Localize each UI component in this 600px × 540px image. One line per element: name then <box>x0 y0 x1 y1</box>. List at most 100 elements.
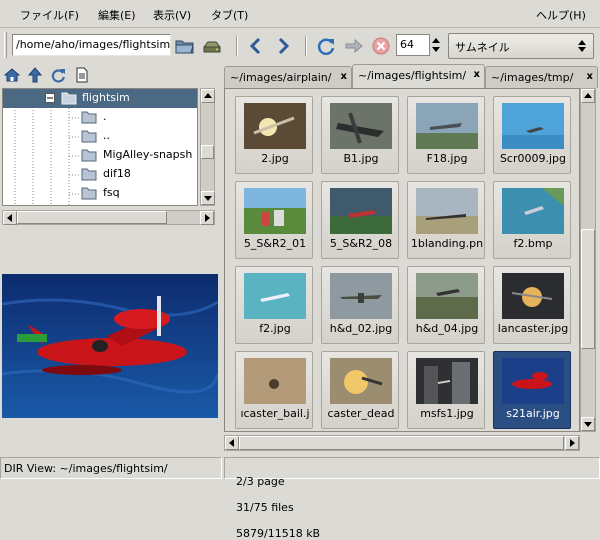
scroll-left-button[interactable] <box>225 436 239 450</box>
folder-icon <box>81 168 97 181</box>
tree-toolbar <box>0 64 222 88</box>
arrow-up-icon <box>204 93 212 98</box>
tree-item[interactable]: dif18 <box>3 165 197 184</box>
toolbar-separator <box>305 36 307 56</box>
thumbnail-caption: 5_S&R2_01 <box>243 237 307 250</box>
thumbnail-caption: f2.bmp <box>513 237 553 250</box>
go-home-button[interactable] <box>201 35 223 57</box>
tab-airplain[interactable]: ~/images/airplain/ x <box>224 66 352 88</box>
tree-item[interactable]: fsq <box>3 184 197 203</box>
view-mode-select[interactable]: サムネイル <box>448 33 594 59</box>
tab-label: ~/images/airplain/ <box>230 71 332 84</box>
tree-vertical-scrollbar[interactable] <box>200 88 215 206</box>
stop-button[interactable] <box>370 35 392 57</box>
menu-view[interactable]: 表示(V) <box>153 7 191 23</box>
thumbnail-image <box>502 358 564 404</box>
thumbnail-caption: s21air.jpg <box>506 407 560 420</box>
arrow-right-icon <box>278 37 290 55</box>
scroll-right-button[interactable] <box>200 211 214 225</box>
thumbnail-caption: ıcaster_bail.j <box>240 407 310 420</box>
tree-item-label: fsq <box>103 186 120 199</box>
menu-bar: ファイル(F) 編集(E) 表示(V) タブ(T) ヘルプ(H) <box>0 0 600 28</box>
thumbnail-caption: msfs1.jpg <box>420 407 474 420</box>
scroll-thumb[interactable] <box>239 436 564 450</box>
scroll-left-button[interactable] <box>3 211 17 225</box>
toolbar: /home/aho/images/flightsim/ 64 サムネイル <box>0 28 600 64</box>
directory-tree[interactable]: flightsim . .. MigAlley-snapsh dif18 fsq <box>2 88 198 206</box>
status-files: 31/75 files <box>236 501 294 514</box>
arrow-left-icon <box>7 214 12 222</box>
thumbnail-caption: 2.jpg <box>261 152 289 165</box>
thumbnail-item[interactable]: B1.jpg <box>321 96 399 174</box>
thumbnail-item[interactable]: 5_S&R2_01 <box>235 181 313 259</box>
thumbnail-caption: F18.jpg <box>426 152 468 165</box>
drive-icon <box>203 41 221 53</box>
tree-item-flightsim[interactable]: flightsim <box>3 89 197 108</box>
thumbnail-item[interactable]: lancaster.jpg <box>493 266 571 344</box>
toolbar-grip[interactable] <box>4 32 7 58</box>
grid-horizontal-scrollbar[interactable] <box>224 435 580 451</box>
scroll-thumb[interactable] <box>581 229 595 349</box>
menu-tab[interactable]: タブ(T) <box>211 7 248 23</box>
thumbnail-item[interactable]: Scr0009.jpg <box>493 96 571 174</box>
thumbnail-item[interactable]: h&d_02.jpg <box>321 266 399 344</box>
thumbnail-image <box>244 188 306 234</box>
go-button[interactable] <box>343 35 365 57</box>
collapse-icon[interactable] <box>45 93 55 103</box>
arrow-forward-icon <box>345 38 363 54</box>
thumbnail-image <box>416 103 478 149</box>
up-arrow-icon[interactable] <box>27 67 43 83</box>
grid-vertical-scrollbar[interactable] <box>580 88 596 432</box>
thumbnail-item[interactable]: 1blanding.pn <box>407 181 485 259</box>
forward-button[interactable] <box>272 35 294 57</box>
scroll-up-button[interactable] <box>581 89 595 103</box>
close-tab-icon[interactable]: x <box>474 69 480 80</box>
scroll-thumb[interactable] <box>201 145 214 159</box>
close-tab-icon[interactable]: x <box>587 71 593 82</box>
thumbnail-grid[interactable]: 2.jpg B1.jpg F18.jpg Scr0009.jpg 5_S&R2_… <box>224 88 580 432</box>
page-number-input[interactable]: 64 <box>396 34 430 56</box>
close-tab-icon[interactable]: x <box>341 71 347 82</box>
document-icon[interactable] <box>74 67 90 83</box>
thumbnail-caption: caster_dead <box>327 407 395 420</box>
tree-item[interactable]: . <box>3 108 197 127</box>
scroll-thumb[interactable] <box>17 211 167 224</box>
arrow-up-icon <box>584 93 592 98</box>
thumbnail-item[interactable]: h&d_04.jpg <box>407 266 485 344</box>
toolbar-separator <box>236 36 238 56</box>
path-input[interactable]: /home/aho/images/flightsim/ <box>12 34 171 56</box>
thumbnail-item[interactable]: 2.jpg <box>235 96 313 174</box>
tree-item[interactable]: .. <box>3 127 197 146</box>
thumbnail-item[interactable]: ıcaster_bail.j <box>235 351 313 429</box>
thumbnail-item[interactable]: f2.jpg <box>235 266 313 344</box>
stop-icon <box>372 37 390 55</box>
refresh-icon[interactable] <box>50 67 66 83</box>
tree-item[interactable]: MigAlley-snapsh <box>3 146 197 165</box>
tab-tmp[interactable]: ~/images/tmp/ x <box>485 66 598 88</box>
scroll-down-button[interactable] <box>581 417 595 431</box>
menu-help[interactable]: ヘルプ(H) <box>536 7 586 23</box>
tab-flightsim[interactable]: ~/images/flightsim/ x <box>352 64 485 89</box>
menu-edit[interactable]: 編集(E) <box>98 7 136 23</box>
thumbnail-item[interactable]: msfs1.jpg <box>407 351 485 429</box>
arrow-right-icon <box>205 214 210 222</box>
page-number-stepper[interactable] <box>430 34 442 56</box>
thumbnail-item-selected[interactable]: s21air.jpg <box>493 351 571 429</box>
reload-button[interactable] <box>315 35 337 57</box>
open-folder-button[interactable] <box>174 35 196 57</box>
home-icon[interactable] <box>4 67 20 83</box>
back-button[interactable] <box>245 35 267 57</box>
tree-horizontal-scrollbar[interactable] <box>2 210 215 225</box>
thumbnail-caption: h&d_04.jpg <box>415 322 479 335</box>
scroll-up-button[interactable] <box>201 89 215 103</box>
thumbnail-image <box>416 188 478 234</box>
thumbnail-item[interactable]: caster_dead <box>321 351 399 429</box>
thumbnail-item[interactable]: f2.bmp <box>493 181 571 259</box>
menu-file[interactable]: ファイル(F) <box>20 7 79 23</box>
thumbnail-item[interactable]: 5_S&R2_08 <box>321 181 399 259</box>
scroll-down-button[interactable] <box>201 191 215 205</box>
folder-open-icon <box>61 92 77 105</box>
tree-item-label: flightsim <box>82 91 130 104</box>
thumbnail-item[interactable]: F18.jpg <box>407 96 485 174</box>
scroll-right-button[interactable] <box>565 436 579 450</box>
